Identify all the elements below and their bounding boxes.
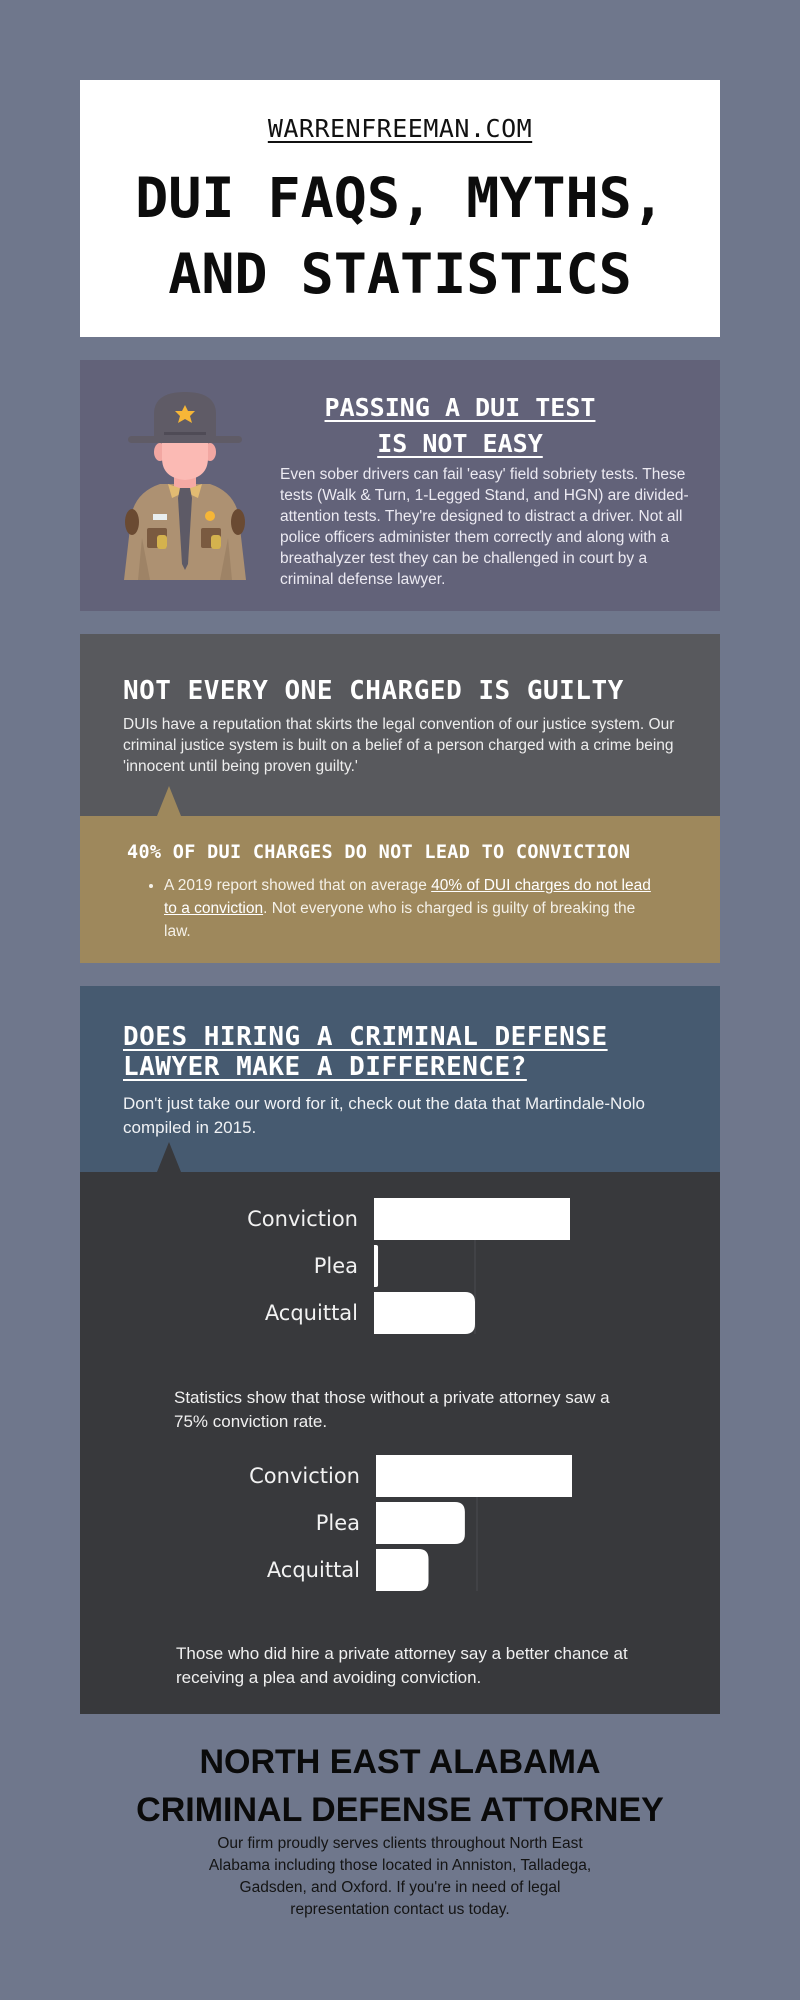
- footer-title: NORTH EAST ALABAMA CRIMINAL DEFENSE ATTO…: [80, 1738, 720, 1834]
- conviction-stat-list: A 2019 report showed that on average 40%…: [164, 874, 664, 943]
- not-guilty-title: NOT EVERY ONE CHARGED IS GUILTY: [123, 676, 624, 706]
- page-title: DUI FAQS, MYTHS, AND STATISTICS: [80, 160, 720, 312]
- footer-title-line2: CRIMINAL DEFENSE ATTORNEY: [136, 1791, 664, 1829]
- category-label: Plea: [316, 1511, 360, 1535]
- lawyer-title-line1: DOES HIRING A CRIMINAL DEFENSE: [123, 1022, 608, 1052]
- dui-test-body: Even sober drivers can fail 'easy' field…: [280, 466, 689, 588]
- bar-conviction: [374, 1198, 570, 1240]
- bar-chart-svg: 0255075ConvictionPleaAcquittal: [247, 1198, 570, 1334]
- chart-without-attorney: 0255075ConvictionPleaAcquittal: [130, 1192, 570, 1342]
- footer-body: Our firm proudly serves clients througho…: [208, 1835, 592, 1918]
- category-label: Conviction: [247, 1207, 358, 1231]
- bar-plea: [376, 1502, 465, 1544]
- category-label: Plea: [314, 1254, 358, 1278]
- dui-test-section: PASSING A DUI TEST IS NOT EASY Even sobe…: [80, 360, 720, 611]
- conviction-stat-section: 40% OF DUI CHARGES DO NOT LEAD TO CONVIC…: [80, 786, 720, 963]
- footer-title-line1: NORTH EAST ALABAMA: [199, 1743, 601, 1781]
- chart-with-attorney: 0255075ConvictionPleaAcquittal: [132, 1449, 572, 1599]
- lawyer-difference-title: DOES HIRING A CRIMINAL DEFENSE LAWYER MA…: [123, 1022, 683, 1082]
- pointer-triangle: [157, 1142, 181, 1172]
- bar-acquittal: [376, 1549, 429, 1591]
- category-label: Conviction: [249, 1464, 360, 1488]
- pointer-triangle: [157, 786, 181, 816]
- chart-without-attorney-caption: Statistics show that those without a pri…: [174, 1388, 610, 1431]
- category-label: Acquittal: [265, 1301, 358, 1325]
- bar-conviction: [376, 1455, 572, 1497]
- not-guilty-body: DUIs have a reputation that skirts the l…: [123, 716, 675, 775]
- page-title-line1: DUI FAQS, MYTHS,: [135, 166, 665, 230]
- stat-text-prefix: A 2019 report showed that on average: [164, 877, 432, 894]
- header-card: WARRENFREEMAN.COM DUI FAQS, MYTHS, AND S…: [80, 80, 720, 337]
- dui-test-title: PASSING A DUI TEST IS NOT EASY: [310, 390, 610, 462]
- bar-acquittal: [374, 1292, 475, 1334]
- bar-plea: [374, 1245, 379, 1287]
- conviction-stat-item: A 2019 report showed that on average 40%…: [164, 874, 664, 943]
- bar-chart-svg: 0255075ConvictionPleaAcquittal: [249, 1455, 572, 1591]
- site-link[interactable]: WARRENFREEMAN.COM: [80, 114, 720, 143]
- lawyer-difference-body: Don't just take our word for it, check o…: [123, 1094, 646, 1137]
- charts-section: 0255075ConvictionPleaAcquittal Statistic…: [80, 1142, 720, 1714]
- dui-test-title-line2: IS NOT EASY: [377, 429, 543, 458]
- page-title-line2: AND STATISTICS: [168, 242, 632, 306]
- category-label: Acquittal: [267, 1558, 360, 1582]
- conviction-stat-title: 40% OF DUI CHARGES DO NOT LEAD TO CONVIC…: [127, 842, 631, 863]
- chart-with-attorney-caption: Those who did hire a private attorney sa…: [176, 1644, 628, 1687]
- dui-test-title-line1: PASSING A DUI TEST: [324, 393, 596, 422]
- lawyer-title-line2: LAWYER MAKE A DIFFERENCE?: [123, 1052, 527, 1082]
- police-officer-icon: [124, 392, 246, 580]
